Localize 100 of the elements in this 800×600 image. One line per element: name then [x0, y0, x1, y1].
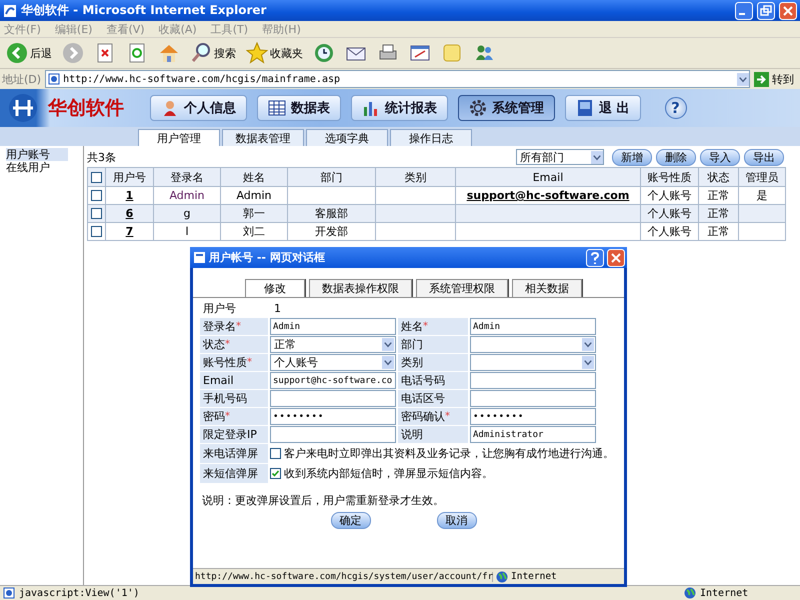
dialog-button[interactable]: 确定 [330, 512, 370, 529]
input-field[interactable] [470, 390, 596, 407]
table-cell: 开发部 [315, 225, 348, 238]
action-button[interactable]: 导出 [744, 148, 784, 166]
gear-icon [469, 99, 487, 117]
dialog-tab[interactable]: 数据表操作权限 [309, 279, 412, 297]
logo-text: 华创软件 [48, 96, 124, 121]
password-field[interactable]: •••••••• [470, 408, 596, 425]
column-header: 账号性质 [640, 168, 698, 186]
select-field[interactable] [470, 354, 596, 371]
row-checkbox[interactable] [91, 190, 102, 202]
restore-button[interactable] [757, 2, 775, 20]
department-select[interactable]: 所有部门 [516, 149, 604, 165]
tab[interactable]: 数据表管理 [222, 129, 304, 146]
go-arrow-icon[interactable] [754, 72, 769, 86]
close-button[interactable] [779, 2, 797, 20]
row-checkbox[interactable] [91, 208, 102, 220]
table-link[interactable]: 1 [126, 189, 134, 202]
table-link[interactable]: 6 [126, 207, 134, 220]
help-icon[interactable]: ? [664, 97, 687, 119]
nav-button[interactable]: 退 出 [565, 95, 641, 121]
dialog-button[interactable]: 取消 [436, 512, 476, 529]
table-cell: Admin [236, 189, 272, 202]
dialog-tab[interactable]: 修改 [245, 279, 305, 297]
column-header: 状态 [698, 168, 738, 186]
input-field[interactable] [270, 390, 396, 407]
input-field[interactable] [270, 426, 396, 443]
password-field[interactable]: •••••••• [270, 408, 396, 425]
field-label: 电话号码 [398, 372, 468, 389]
window-title: 华创软件 - Microsoft Internet Explorer [21, 2, 268, 19]
toolbar-label[interactable]: 搜索 [214, 46, 236, 60]
history-icon[interactable] [313, 42, 335, 64]
sidebar-item[interactable]: 用户账号 [6, 148, 68, 161]
table-cell: 正常 [708, 189, 730, 202]
dialog-title: 用户帐号 -- 网页对话框 [209, 250, 326, 265]
action-button[interactable]: 导入 [700, 148, 740, 166]
toolbar-label[interactable]: 收藏夹 [270, 46, 303, 60]
record-count: 共3条 [87, 150, 117, 164]
sidebar-item[interactable]: 在线用户 [6, 161, 68, 174]
field-label: 来短信弹屏 [200, 464, 268, 483]
select-field[interactable]: 正常 [270, 336, 396, 353]
door-icon [576, 99, 594, 117]
input-field[interactable] [470, 372, 596, 389]
search-icon[interactable] [190, 42, 212, 64]
dialog-tab[interactable]: 相关数据 [512, 279, 582, 297]
back-icon[interactable] [6, 42, 28, 64]
nav-button[interactable]: 个人信息 [150, 95, 247, 121]
input-field[interactable]: Administrator [470, 426, 596, 443]
tab[interactable]: 用户管理 [138, 129, 220, 146]
table-cell: 个人账号 [648, 225, 692, 238]
action-button[interactable]: 新增 [612, 148, 652, 166]
tab[interactable]: 操作日志 [390, 129, 472, 146]
toolbar-label[interactable]: 后退 [30, 46, 52, 60]
table-cell: 郭一 [243, 207, 265, 220]
checkbox[interactable] [270, 448, 281, 459]
caret-icon [582, 356, 594, 369]
input-field[interactable]: Admin [270, 318, 396, 335]
table-cell: l [185, 225, 189, 238]
table-cell: Admin [169, 189, 205, 202]
field-label: 登录名* [200, 318, 268, 335]
column-header: 管理员 [738, 168, 786, 186]
checkbox-label[interactable]: 客户来电时立即弹出其资料及业务记录，让您胸有成竹地进行沟通。 [284, 446, 614, 461]
field-label: Email [200, 372, 268, 389]
help-button[interactable] [586, 248, 604, 266]
caret-icon [382, 356, 394, 369]
field-label: 限定登录IP [200, 426, 268, 443]
nav-button[interactable]: 系统管理 [458, 95, 555, 121]
column-header: 登录名 [154, 168, 220, 186]
logo-icon [8, 93, 38, 123]
caret-icon [582, 338, 594, 351]
address-field[interactable]: http://www.hc-software.com/hcgis/mainframe.asp [45, 70, 750, 88]
dialog-tab[interactable]: 系统管理权限 [416, 279, 508, 297]
field-label: 类别 [398, 354, 468, 371]
checkbox-label[interactable]: 收到系统内部短信时，弹屏显示短信内容。 [284, 466, 493, 481]
input-field[interactable]: Admin [470, 318, 596, 335]
caret-icon [591, 150, 603, 164]
row-checkbox[interactable] [91, 226, 102, 238]
input-field[interactable]: support@hc-software.co [270, 372, 396, 389]
field-label: 状态* [200, 336, 268, 353]
home-icon[interactable] [158, 42, 180, 64]
checkbox[interactable] [270, 468, 281, 479]
action-button[interactable]: 删除 [656, 148, 696, 166]
close-button[interactable] [607, 248, 625, 266]
star-icon[interactable] [246, 42, 268, 64]
minimize-button[interactable] [735, 2, 753, 20]
select-field[interactable]: 个人账号 [270, 354, 396, 371]
field-label: 说明 [398, 426, 468, 443]
nav-button[interactable]: 数据表 [257, 95, 341, 121]
zone-label: Internet [700, 588, 750, 598]
nav-button[interactable]: 统计报表 [351, 95, 448, 121]
dialog-icon [193, 251, 206, 264]
column-header: 用户号 [106, 168, 154, 186]
select-all-checkbox[interactable] [91, 172, 102, 183]
select-field[interactable] [470, 336, 596, 353]
go-label[interactable]: 转到 [772, 72, 794, 86]
table-cell: 个人账号 [648, 189, 692, 202]
table-link[interactable]: 7 [126, 225, 134, 238]
tab[interactable]: 选项字典 [306, 129, 388, 146]
column-header: 姓名 [220, 168, 288, 186]
caret-icon [737, 72, 749, 86]
